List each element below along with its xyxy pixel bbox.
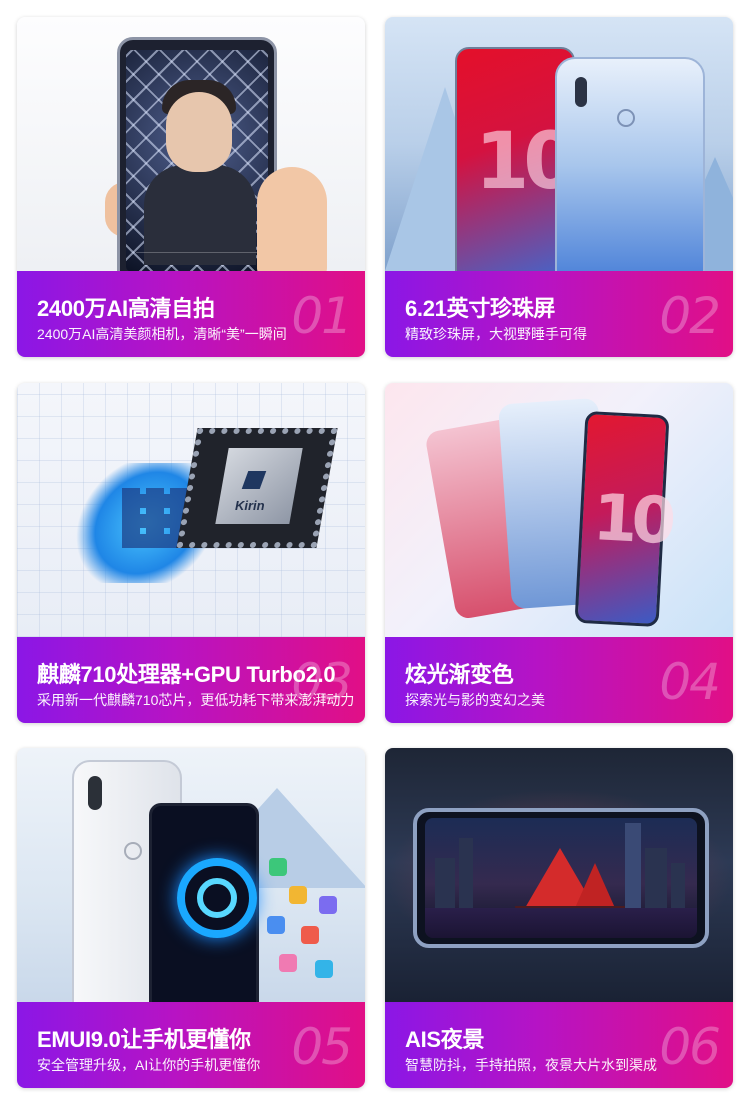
feature-card-processor[interactable]: Kirin 麒麟710处理器+GPU Turbo2.0 采用新一代麒麟710芯片… [17,383,365,723]
selfie-camera-image [17,17,365,271]
feature-card-screen[interactable]: 10 6.21英寸珍珠屏 精致珍珠屏，大视野睡手可得 02 [385,17,733,357]
kirin-label: Kirin [235,498,265,513]
feature-number: 04 [659,653,721,711]
feature-number: 06 [659,1018,721,1076]
feature-subtitle: 精致珍珠屏，大视野睡手可得 [405,326,587,342]
feature-subtitle: 智慧防抖，手持拍照，夜景大片水到渠成 [405,1057,657,1073]
feature-number: 03 [291,653,353,711]
feature-caption: EMUI9.0让手机更懂你 安全管理升级，AI让你的手机更懂你 05 [17,1002,365,1088]
feature-title: 6.21英寸珍珠屏 [405,296,556,321]
feature-title: 炫光渐变色 [405,662,514,687]
feature-subtitle: 探索光与影的变幻之美 [405,692,545,708]
feature-number: 02 [659,287,721,345]
feature-card-selfie[interactable]: 2400万AI高清自拍 2400万AI高清美颜相机，清晰“美”一瞬间 01 [17,17,365,357]
feature-caption: 2400万AI高清自拍 2400万AI高清美颜相机，清晰“美”一瞬间 01 [17,271,365,357]
emui-image [17,748,365,1002]
feature-caption: 炫光渐变色 探索光与影的变幻之美 04 [385,637,733,723]
feature-caption: AIS夜景 智慧防抖，手持拍照，夜景大片水到渠成 06 [385,1002,733,1088]
feature-subtitle: 安全管理升级，AI让你的手机更懂你 [37,1057,261,1073]
honor-10-badge: 10 [591,481,672,559]
kirin-chip-image: Kirin [17,383,365,637]
pearl-screen-image: 10 [385,17,733,271]
feature-title: 2400万AI高清自拍 [37,296,215,321]
feature-subtitle: 2400万AI高清美颜相机，清晰“美”一瞬间 [37,326,287,342]
feature-card-colors[interactable]: 10 炫光渐变色 探索光与影的变幻之美 04 [385,383,733,723]
feature-caption: 6.21英寸珍珠屏 精致珍珠屏，大视野睡手可得 02 [385,271,733,357]
feature-number: 01 [291,287,353,345]
feature-title: AIS夜景 [405,1027,485,1052]
feature-title: EMUI9.0让手机更懂你 [37,1027,251,1052]
night-scene-image [385,748,733,1002]
gradient-colors-image: 10 [385,383,733,637]
feature-card-emui[interactable]: EMUI9.0让手机更懂你 安全管理升级，AI让你的手机更懂你 05 [17,748,365,1088]
feature-caption: 麒麟710处理器+GPU Turbo2.0 采用新一代麒麟710芯片，更低功耗下… [17,637,365,723]
feature-number: 05 [291,1018,353,1076]
feature-card-night[interactable]: AIS夜景 智慧防抖，手持拍照，夜景大片水到渠成 06 [385,748,733,1088]
